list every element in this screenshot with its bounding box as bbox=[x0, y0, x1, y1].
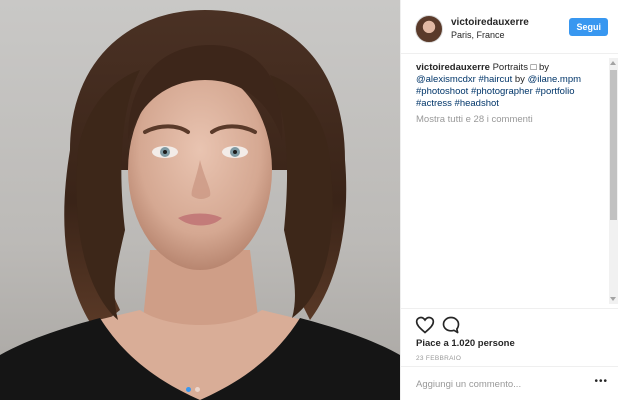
likes-count[interactable]: Piace a 1.020 persone bbox=[416, 338, 515, 349]
post-actions: Piace a 1.020 persone 23 FEBBRAIO bbox=[400, 308, 618, 368]
comment-bubble-icon[interactable] bbox=[441, 315, 461, 335]
location-link[interactable]: Paris, France bbox=[451, 29, 529, 41]
scrollbar-thumb[interactable] bbox=[610, 70, 617, 220]
comments-scrollbar[interactable] bbox=[609, 58, 618, 304]
portrait-illustration bbox=[0, 10, 400, 400]
post-date[interactable]: 23 FEBBRAIO bbox=[416, 355, 461, 362]
caption-text: Portraits □ by bbox=[492, 62, 549, 73]
heart-outline-icon[interactable] bbox=[415, 315, 435, 335]
mention-link[interactable]: @ilane.mpm bbox=[528, 74, 581, 85]
user-block: victoiredauxerre Paris, France bbox=[451, 17, 529, 41]
avatar[interactable] bbox=[415, 14, 443, 43]
add-comment-bar: ••• bbox=[400, 366, 618, 400]
post-photo[interactable] bbox=[0, 0, 400, 400]
more-options-icon[interactable]: ••• bbox=[594, 377, 608, 387]
hashtag-link[interactable]: #photoshoot bbox=[416, 86, 468, 97]
carousel-dot-active bbox=[186, 387, 191, 392]
carousel-indicator bbox=[186, 387, 200, 392]
hashtag-link[interactable]: #photographer bbox=[471, 86, 533, 97]
comment-input[interactable] bbox=[416, 375, 586, 393]
hashtag-link[interactable]: #actress bbox=[416, 98, 452, 109]
view-all-comments-link[interactable]: Mostra tutti e 28 i commenti bbox=[416, 114, 533, 125]
hashtag-link[interactable]: #haircut bbox=[478, 74, 512, 85]
username-link[interactable]: victoiredauxerre bbox=[451, 17, 529, 29]
post-header: victoiredauxerre Paris, France Segui bbox=[400, 4, 618, 54]
caption-username[interactable]: victoiredauxerre bbox=[416, 62, 490, 73]
hashtag-link[interactable]: #headshot bbox=[455, 98, 499, 109]
caption-by: by bbox=[514, 74, 525, 85]
scroll-up-icon[interactable] bbox=[610, 61, 616, 65]
scroll-down-icon[interactable] bbox=[610, 297, 616, 301]
mention-link[interactable]: @alexismcdxr bbox=[416, 74, 476, 85]
carousel-dot bbox=[195, 387, 200, 392]
post-caption: victoiredauxerre Portraits □ by @alexism… bbox=[416, 62, 604, 110]
hashtag-link[interactable]: #portfolio bbox=[535, 86, 574, 97]
follow-button[interactable]: Segui bbox=[569, 18, 608, 36]
